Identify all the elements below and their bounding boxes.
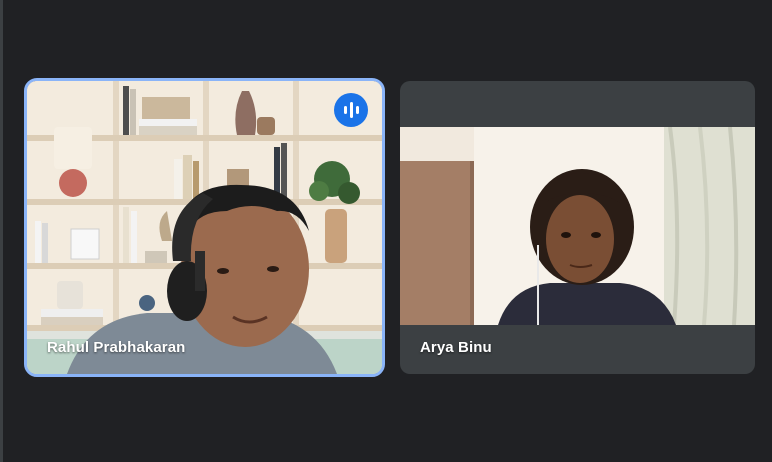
participant-video [27, 81, 382, 374]
participant-tile-rahul[interactable]: Rahul Prabhakaran [24, 78, 385, 377]
participant-tile-arya[interactable]: Arya Binu [400, 81, 755, 374]
participant-name-label: Rahul Prabhakaran [47, 339, 186, 356]
video-frame [400, 127, 755, 325]
audio-wave-icon [334, 93, 368, 127]
participant-name-label: Arya Binu [420, 339, 492, 356]
participant-video [400, 127, 755, 325]
side-panel-edge [0, 0, 3, 462]
meeting-stage: Rahul Prabhakaran Arya Binu [0, 0, 772, 462]
video-frame [27, 81, 382, 374]
